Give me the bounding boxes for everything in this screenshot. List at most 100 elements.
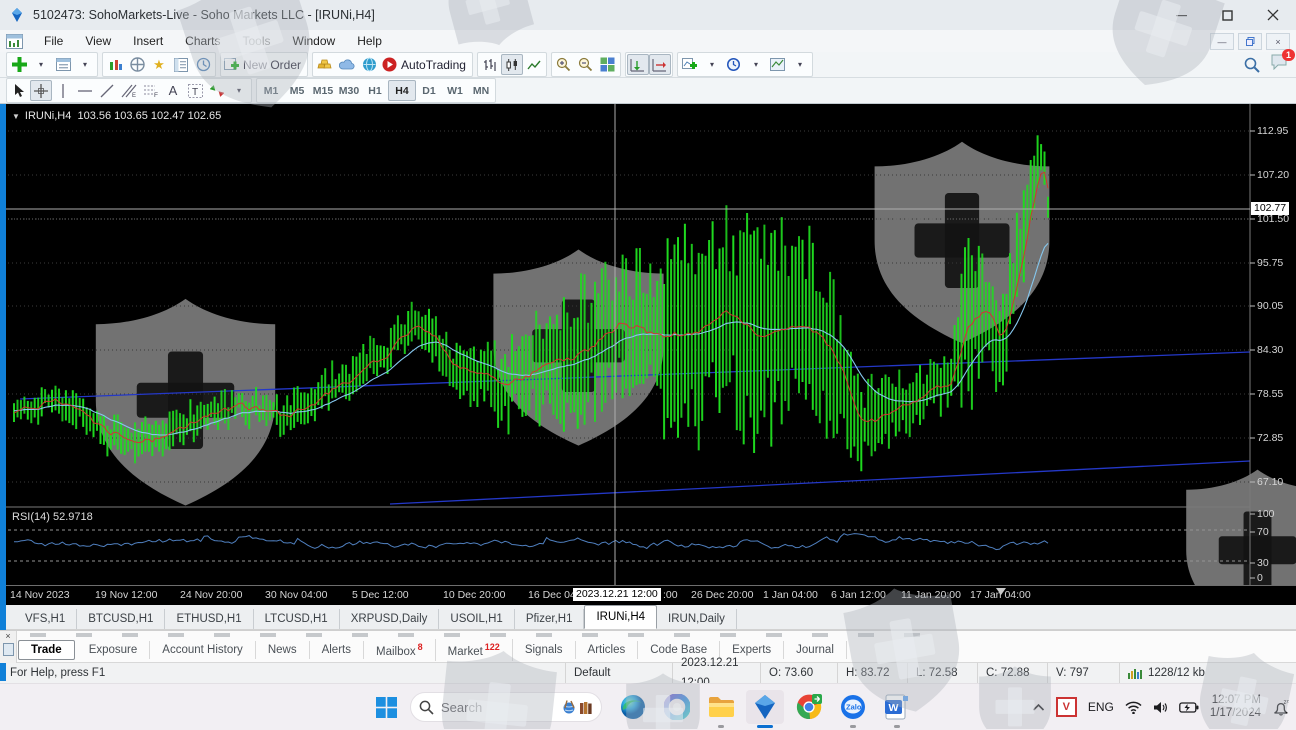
menu-help[interactable]: Help <box>346 32 393 50</box>
favorites-button[interactable]: ★ <box>148 54 170 75</box>
timeframe-m15[interactable]: M15 <box>310 81 336 100</box>
toolbox-tab-alerts[interactable]: Alerts <box>310 641 364 659</box>
chart-tab-usoil-h1[interactable]: USOIL,H1 <box>439 609 514 629</box>
text-label-tool[interactable]: T <box>184 80 206 101</box>
profiles-button[interactable] <box>52 54 74 75</box>
profile-cell[interactable]: Default <box>565 663 672 684</box>
fibonacci-tool[interactable]: F <box>140 80 162 101</box>
timeframe-m1[interactable]: M1 <box>258 81 284 100</box>
new-chart-button[interactable] <box>8 54 30 75</box>
mdi-close-button[interactable]: × <box>1266 33 1290 50</box>
mdi-restore-button[interactable] <box>1238 33 1262 50</box>
chart-tab-btcusd-h1[interactable]: BTCUSD,H1 <box>77 609 165 629</box>
symbol-ohlc-label[interactable]: ▼IRUNi,H4 103.56 103.65 102.47 102.65 <box>12 110 221 122</box>
arrows-tool[interactable] <box>206 80 228 101</box>
chart-tab-ethusd-h1[interactable]: ETHUSD,H1 <box>165 609 253 629</box>
taskbar-word-icon[interactable]: W <box>878 690 916 724</box>
vertical-line-tool[interactable] <box>52 80 74 101</box>
templates-button[interactable] <box>767 54 789 75</box>
toolbox-tab-signals[interactable]: Signals <box>513 641 576 659</box>
zoom-in-button[interactable] <box>553 54 575 75</box>
autotrading-button[interactable]: AutoTrading <box>380 54 471 75</box>
toolbox-tab-mailbox[interactable]: Mailbox8 <box>364 639 436 661</box>
notifications-button[interactable]: 1 <box>1270 54 1288 75</box>
chart-window[interactable]: ▼IRUNi,H4 103.56 103.65 102.47 102.65 RS… <box>0 104 1296 604</box>
bar-chart-type-button[interactable] <box>479 54 501 75</box>
price-chart-plot[interactable] <box>0 104 1296 604</box>
menu-charts[interactable]: Charts <box>174 32 231 50</box>
periods-button[interactable] <box>723 54 745 75</box>
community-button[interactable] <box>358 54 380 75</box>
chart-tab-vfs-h1[interactable]: VFS,H1 <box>14 609 77 629</box>
taskbar-zalo-icon[interactable]: Zalo <box>834 690 872 724</box>
timeframe-m30[interactable]: M30 <box>336 81 362 100</box>
chart-tab-ltcusd-h1[interactable]: LTCUSD,H1 <box>254 609 340 629</box>
wifi-icon[interactable] <box>1125 701 1142 714</box>
chart-tab-iruni-h4[interactable]: IRUNi,H4 <box>584 605 657 629</box>
auto-scroll-button[interactable] <box>627 54 649 75</box>
text-tool[interactable]: A <box>162 80 184 101</box>
battery-icon[interactable] <box>1179 702 1199 713</box>
toolbox-tab-exposure[interactable]: Exposure <box>77 641 151 659</box>
chart-shift-marker[interactable] <box>996 588 1006 595</box>
timeframe-w1[interactable]: W1 <box>442 81 468 100</box>
templates-dropdown[interactable]: ▾ <box>789 54 811 75</box>
menu-view[interactable]: View <box>74 32 122 50</box>
add-indicator-dropdown[interactable]: ▾ <box>701 54 723 75</box>
time-axis[interactable]: 2023.12.21 12:00 14 Nov 202319 Nov 12:00… <box>0 585 1296 605</box>
cloud-button[interactable] <box>336 54 358 75</box>
add-indicator-button[interactable] <box>679 54 701 75</box>
data-window-button[interactable] <box>170 54 192 75</box>
tile-windows-button[interactable] <box>597 54 619 75</box>
periods-dropdown[interactable]: ▾ <box>745 54 767 75</box>
strategy-tester-button[interactable] <box>192 54 214 75</box>
maximize-button[interactable] <box>1204 0 1250 30</box>
tray-clock[interactable]: 12:07 PM 1/17/2024 <box>1210 694 1261 721</box>
menu-file[interactable]: File <box>33 32 74 50</box>
taskbar-copilot-icon[interactable] <box>658 690 696 724</box>
new-chart-dropdown[interactable]: ▾ <box>30 54 52 75</box>
taskbar-chrome-icon[interactable] <box>790 690 828 724</box>
timeframe-h1[interactable]: H1 <box>362 81 388 100</box>
menu-insert[interactable]: Insert <box>122 32 174 50</box>
chart-shift-button[interactable] <box>649 54 671 75</box>
cursor-tool[interactable] <box>8 80 30 101</box>
notification-bell-icon[interactable]: zz <box>1272 699 1290 716</box>
timeframe-d1[interactable]: D1 <box>416 81 442 100</box>
arrows-dropdown[interactable]: ▾ <box>228 80 250 101</box>
taskbar-explorer-icon[interactable] <box>702 690 740 724</box>
timeframe-m5[interactable]: M5 <box>284 81 310 100</box>
toolbox-tab-market[interactable]: Market122 <box>436 639 513 661</box>
toolbox-tab-account-history[interactable]: Account History <box>150 641 256 659</box>
timeframe-mn[interactable]: MN <box>468 81 494 100</box>
line-chart-type-button[interactable] <box>523 54 545 75</box>
speaker-icon[interactable] <box>1153 701 1168 714</box>
horizontal-line-tool[interactable] <box>74 80 96 101</box>
tray-v-app-icon[interactable]: V <box>1056 697 1077 717</box>
toolbox-tab-journal[interactable]: Journal <box>784 641 847 659</box>
chart-tab-irun-daily[interactable]: IRUN,Daily <box>657 609 737 629</box>
close-button[interactable] <box>1250 0 1296 30</box>
toolbox-close-icon[interactable]: × <box>0 631 16 641</box>
menu-tools[interactable]: Tools <box>232 32 282 50</box>
toolbox-tab-articles[interactable]: Articles <box>576 641 639 659</box>
menu-window[interactable]: Window <box>282 32 347 50</box>
toolbox-tab-news[interactable]: News <box>256 641 310 659</box>
minimize-button[interactable] <box>1158 0 1204 30</box>
mdi-minimize-button[interactable]: — <box>1210 33 1234 50</box>
taskbar-metatrader-icon[interactable] <box>746 690 784 724</box>
candlestick-type-button[interactable] <box>501 54 523 75</box>
chart-tab-pfizer-h1[interactable]: Pfizer,H1 <box>515 609 585 629</box>
new-order-button[interactable]: New Order <box>222 54 306 75</box>
chart-tab-xrpusd-daily[interactable]: XRPUSD,Daily <box>340 609 440 629</box>
search-icon[interactable] <box>1244 57 1260 73</box>
tray-chevron-up-icon[interactable] <box>1032 703 1045 712</box>
start-button[interactable] <box>368 690 404 724</box>
deposit-button[interactable] <box>314 54 336 75</box>
equidistant-channel-tool[interactable]: E <box>118 80 140 101</box>
taskbar-search-input[interactable]: Search <box>410 692 602 722</box>
navigator-button[interactable] <box>126 54 148 75</box>
market-watch-button[interactable] <box>104 54 126 75</box>
crosshair-tool[interactable] <box>30 80 52 101</box>
taskbar-edge-icon[interactable] <box>614 690 652 724</box>
